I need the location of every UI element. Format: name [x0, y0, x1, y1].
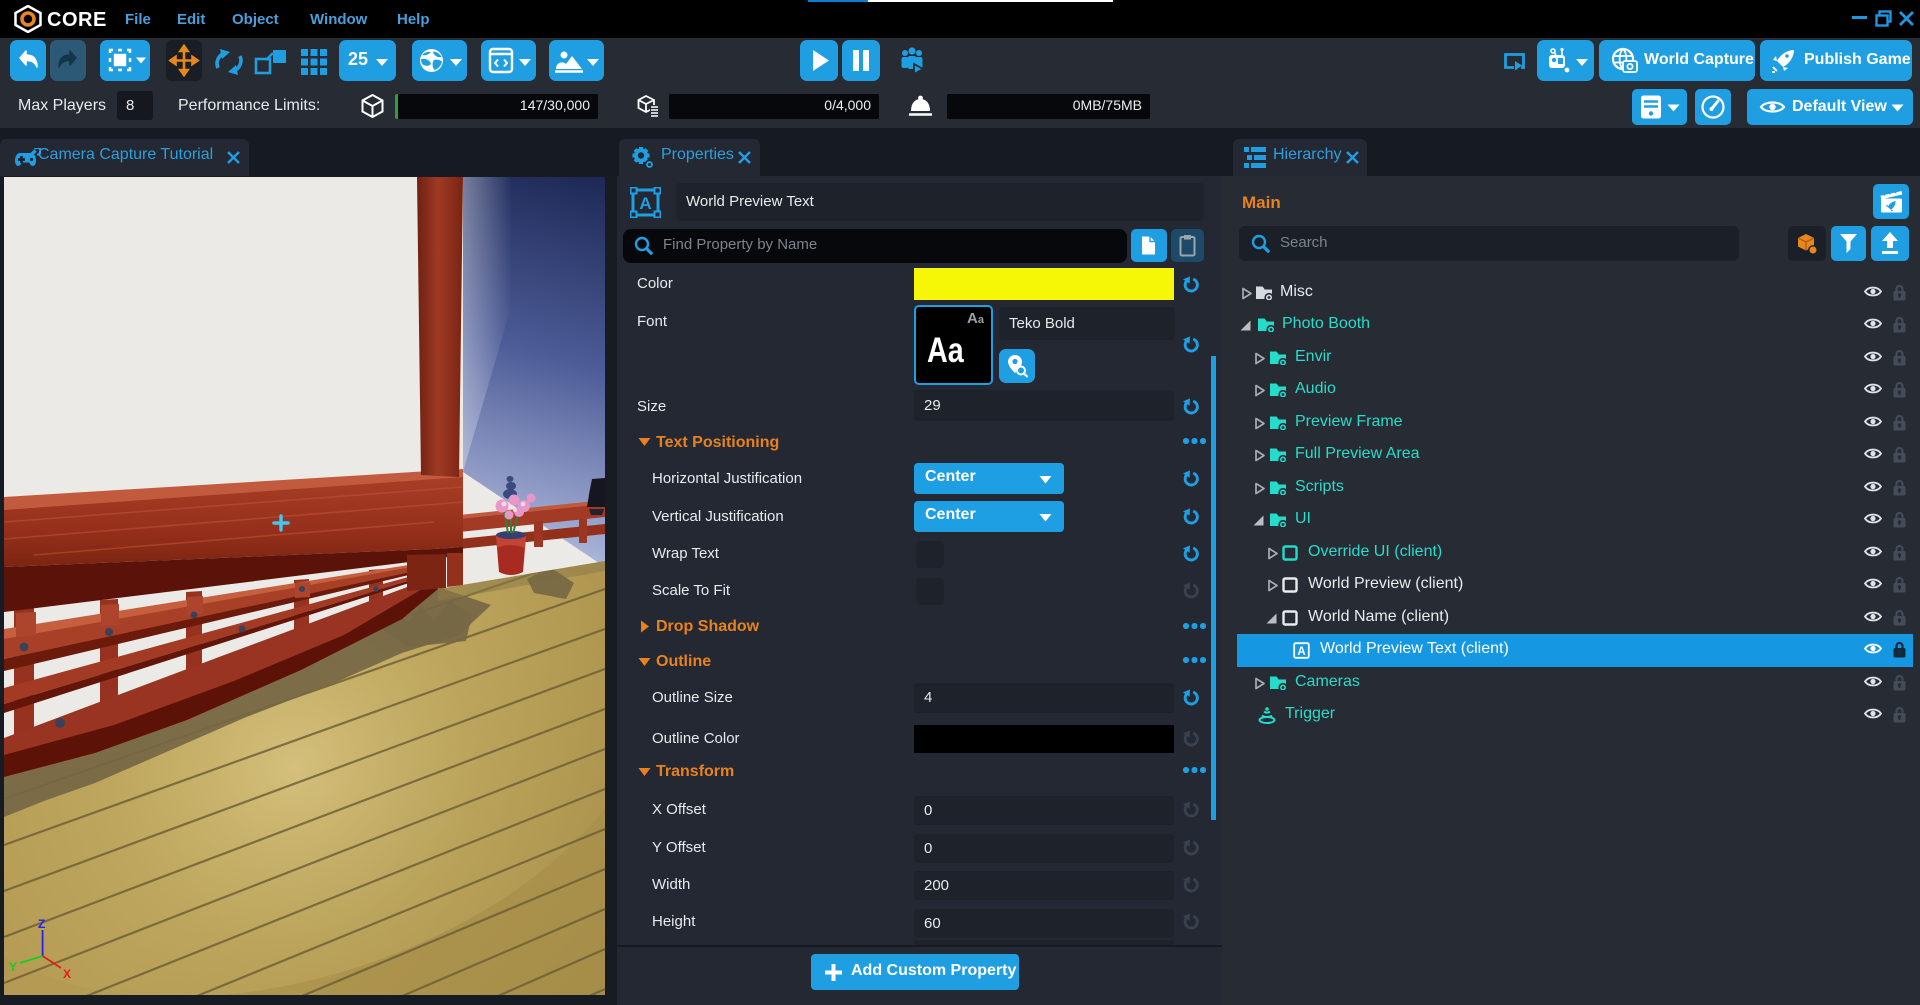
svg-text:Z: Z [38, 917, 45, 931]
svg-text:A: A [1297, 646, 1305, 658]
svg-text:X: X [63, 967, 71, 981]
svg-text:A: A [639, 194, 651, 213]
svg-text:Y: Y [9, 960, 17, 974]
